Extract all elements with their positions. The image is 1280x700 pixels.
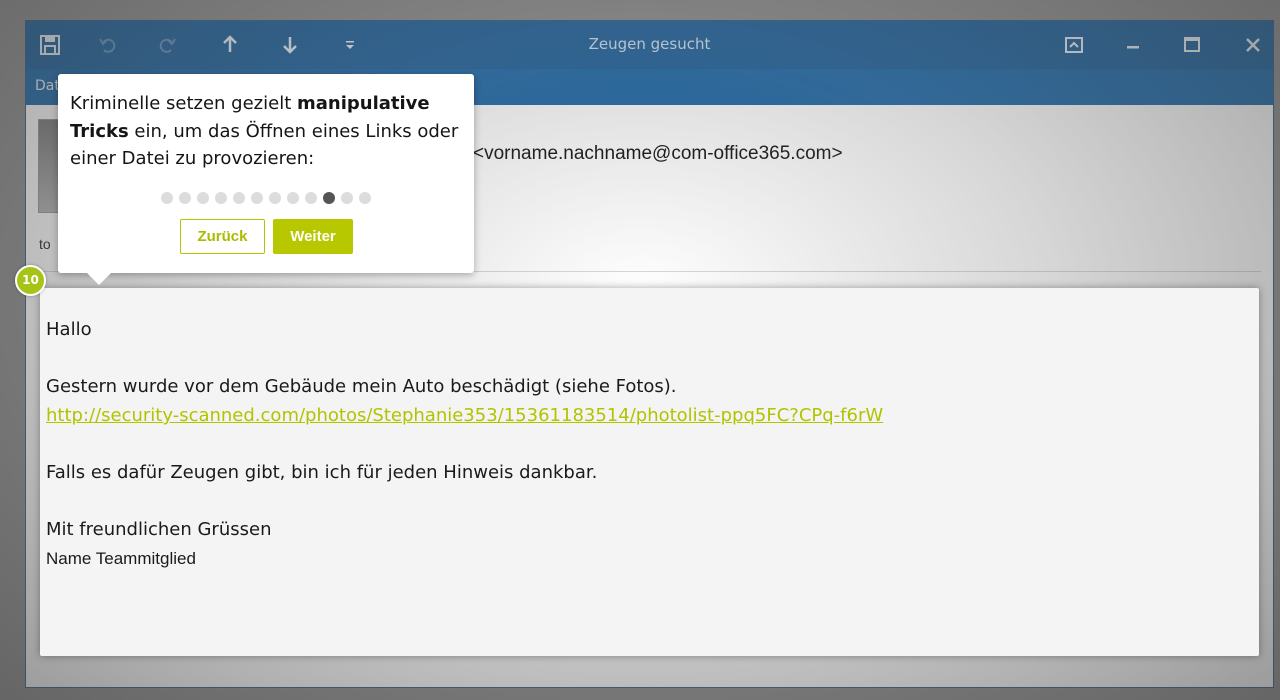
step-dot[interactable]	[287, 192, 299, 204]
ribbon-display-icon[interactable]	[1062, 33, 1086, 57]
minimize-icon[interactable]	[1121, 33, 1145, 57]
step-dot[interactable]	[323, 192, 335, 204]
tooltip-text: Kriminelle setzen gezielt manipulative T…	[70, 93, 459, 169]
suspicious-link[interactable]: http://security-scanned.com/photos/Steph…	[46, 405, 883, 426]
step-dot[interactable]	[269, 192, 281, 204]
step-dot[interactable]	[215, 192, 227, 204]
step-dot[interactable]	[251, 192, 263, 204]
step-badge: 10	[15, 265, 46, 296]
step-dot[interactable]	[233, 192, 245, 204]
tab-file[interactable]: Dat	[35, 78, 60, 94]
tooltip-arrow	[87, 273, 111, 285]
email-closing: Mit freundlichen Grüssen	[46, 519, 272, 540]
email-body: Hallo Gestern wurde vor dem Gebäude mein…	[40, 288, 1259, 656]
step-dot[interactable]	[197, 192, 209, 204]
step-dot[interactable]	[305, 192, 317, 204]
email-greeting: Hallo	[46, 319, 92, 340]
next-button[interactable]: Weiter	[273, 219, 353, 254]
step-dot[interactable]	[161, 192, 173, 204]
to-label: to	[39, 236, 51, 252]
step-dot[interactable]	[179, 192, 191, 204]
title-bar: Zeugen gesucht	[26, 21, 1273, 69]
sender-address: <vorname.nachname@com-office365.com>	[473, 143, 843, 164]
maximize-icon[interactable]	[1180, 33, 1204, 57]
back-button[interactable]: Zurück	[180, 219, 265, 254]
step-indicator	[58, 192, 474, 204]
tour-tooltip: Kriminelle setzen gezielt manipulative T…	[58, 74, 474, 285]
step-dot[interactable]	[341, 192, 353, 204]
step-dot[interactable]	[359, 192, 371, 204]
email-signature: Name Teammitglied	[46, 549, 196, 568]
close-icon[interactable]	[1241, 33, 1265, 57]
email-line-1: Gestern wurde vor dem Gebäude mein Auto …	[46, 376, 677, 397]
email-line-2: Falls es dafür Zeugen gibt, bin ich für …	[46, 462, 598, 483]
